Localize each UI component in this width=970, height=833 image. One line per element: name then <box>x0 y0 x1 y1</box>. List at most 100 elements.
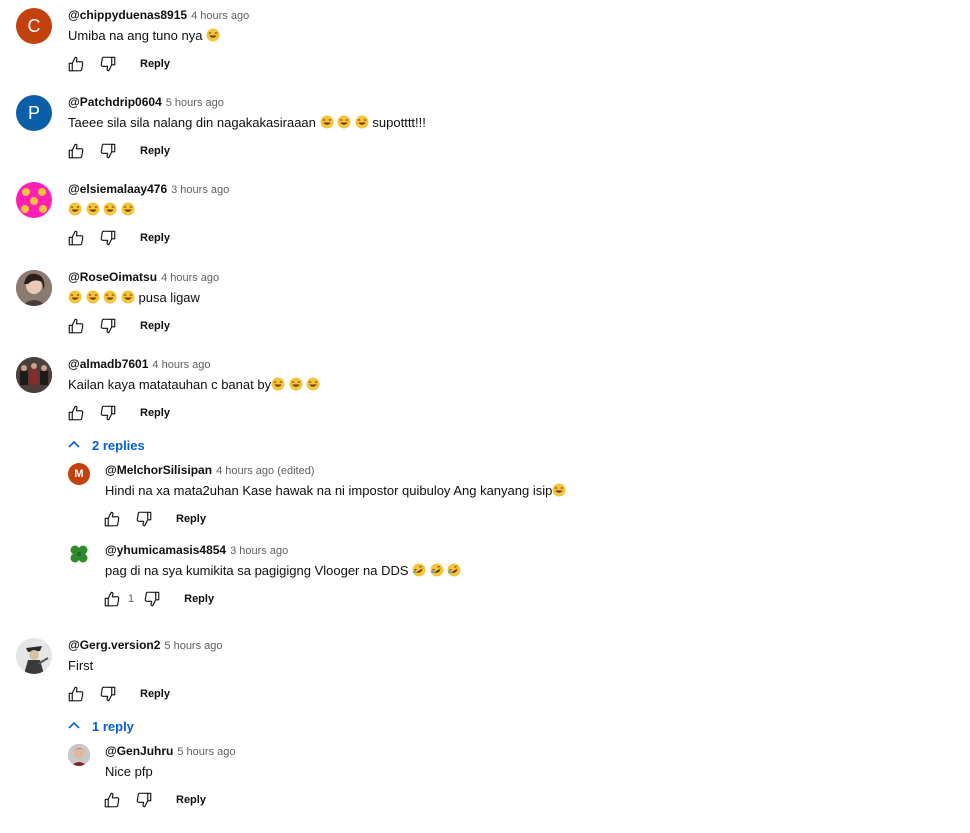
like-button[interactable] <box>102 589 122 609</box>
group-photo-icon <box>16 357 52 393</box>
avatar[interactable] <box>16 270 52 306</box>
laughing-emoji-icon <box>121 290 135 308</box>
dislike-button[interactable] <box>98 684 118 704</box>
laughing-emoji-icon <box>306 377 320 395</box>
avatar[interactable] <box>16 182 52 218</box>
author-name[interactable]: @almadb7601 <box>68 357 148 371</box>
rofl-emoji-icon <box>447 563 461 581</box>
replies-toggle-button[interactable]: 1 reply <box>66 718 134 734</box>
author-name[interactable]: @Gerg.version2 <box>68 638 160 652</box>
comment-header: @RoseOimatsu 4 hours ago <box>68 270 219 285</box>
laughing-emoji-icon <box>86 202 100 220</box>
comment-toolbar: Reply <box>66 54 170 74</box>
dislike-button[interactable] <box>98 403 118 423</box>
comment-toolbar: Reply <box>66 684 170 704</box>
rofl-emoji-icon <box>412 563 426 581</box>
dislike-button[interactable] <box>98 228 118 248</box>
thumbs-down-icon <box>136 511 152 527</box>
comment-text-suffix: pusa ligaw <box>138 290 200 305</box>
thumbs-up-icon <box>104 511 120 527</box>
timestamp[interactable]: 4 hours ago <box>161 272 219 284</box>
reply-button[interactable]: Reply <box>140 688 170 700</box>
reply-button[interactable]: Reply <box>184 593 214 605</box>
avatar[interactable] <box>16 638 52 674</box>
comment-text-body: Umiba na ang tuno nya <box>68 28 203 43</box>
laughing-emoji-icon <box>103 202 117 220</box>
like-count: 1 <box>128 593 135 605</box>
like-button[interactable] <box>66 54 86 74</box>
timestamp[interactable]: 3 hours ago <box>171 184 229 196</box>
reply-button[interactable]: Reply <box>140 407 170 419</box>
comment-toolbar: Reply <box>66 141 170 161</box>
comment-text-body: Kailan kaya matatauhan c banat by <box>68 377 272 392</box>
author-name[interactable]: @Patchdrip0604 <box>68 95 162 109</box>
thumbs-down-icon <box>136 792 152 808</box>
comment-header: @Patchdrip0604 5 hours ago <box>68 95 224 110</box>
author-name[interactable]: @RoseOimatsu <box>68 270 157 284</box>
laughing-emoji-icon <box>86 290 100 308</box>
like-button[interactable] <box>66 316 86 336</box>
reply-button[interactable]: Reply <box>140 320 170 332</box>
timestamp[interactable]: 5 hours ago <box>177 746 235 758</box>
laughing-emoji-icon <box>68 202 82 220</box>
laughing-emoji-icon <box>68 290 82 308</box>
laughing-emoji-icon <box>103 290 117 308</box>
comment-header: @Gerg.version2 5 hours ago <box>68 638 223 653</box>
comment-text: Hindi na xa mata2uhan Kase hawak na ni i… <box>105 483 566 501</box>
dislike-button[interactable] <box>134 509 154 529</box>
replies-count-label: 2 replies <box>92 437 145 453</box>
avatar[interactable] <box>68 543 90 565</box>
author-name[interactable]: @GenJuhru <box>105 744 173 758</box>
comment-text: Umiba na ang tuno nya <box>68 28 220 46</box>
replies-toggle-button[interactable]: 2 replies <box>66 437 145 453</box>
like-button[interactable] <box>102 790 122 810</box>
like-button[interactable] <box>102 509 122 529</box>
author-name[interactable]: @chippyduenas8915 <box>68 8 187 22</box>
dislike-button[interactable] <box>98 316 118 336</box>
avatar[interactable]: P <box>16 95 52 131</box>
comment-text-body: First <box>68 658 94 673</box>
timestamp[interactable]: 5 hours ago <box>166 97 224 109</box>
timestamp[interactable]: 5 hours ago <box>164 640 222 652</box>
dislike-button[interactable] <box>142 589 162 609</box>
comment-toolbar: Reply <box>102 509 206 529</box>
comment-header: @almadb7601 4 hours ago <box>68 357 211 372</box>
reply-button[interactable]: Reply <box>176 513 206 525</box>
author-name[interactable]: @elsiemalaay476 <box>68 182 167 196</box>
reply-button[interactable]: Reply <box>140 232 170 244</box>
timestamp[interactable]: 4 hours ago <box>191 10 249 22</box>
thumbs-down-icon <box>100 143 116 159</box>
thumbs-down-icon <box>100 686 116 702</box>
like-button[interactable] <box>66 228 86 248</box>
avatar[interactable] <box>68 744 90 766</box>
thumbs-up-icon <box>104 591 120 607</box>
comment-text: Taeee sila sila nalang din nagakakasiraa… <box>68 115 426 133</box>
timestamp[interactable]: 4 hours ago (edited) <box>216 465 314 477</box>
thumbs-down-icon <box>100 230 116 246</box>
like-button[interactable] <box>66 141 86 161</box>
reply-button[interactable]: Reply <box>140 145 170 157</box>
timestamp[interactable]: 3 hours ago <box>230 545 288 557</box>
like-button[interactable] <box>66 684 86 704</box>
laughing-emoji-icon <box>355 115 369 133</box>
avatar[interactable]: M <box>68 463 90 485</box>
comment-text-body: Taeee sila sila nalang din nagakakasiraa… <box>68 115 316 130</box>
comment-header: @yhumicamasis4854 3 hours ago <box>105 543 288 558</box>
author-name[interactable]: @MelchorSilisipan <box>105 463 212 477</box>
reply-button[interactable]: Reply <box>176 794 206 806</box>
author-name[interactable]: @yhumicamasis4854 <box>105 543 226 557</box>
timestamp[interactable]: 4 hours ago <box>152 359 210 371</box>
comment-toolbar: 1 Reply <box>102 589 214 609</box>
comment-header: @MelchorSilisipan 4 hours ago (edited) <box>105 463 315 478</box>
laughing-emoji-icon <box>289 377 303 395</box>
comment-header: @GenJuhru 5 hours ago <box>105 744 235 759</box>
dislike-button[interactable] <box>134 790 154 810</box>
dislike-button[interactable] <box>98 141 118 161</box>
thumbs-up-icon <box>68 56 84 72</box>
avatar[interactable]: C <box>16 8 52 44</box>
like-button[interactable] <box>66 403 86 423</box>
reply-button[interactable]: Reply <box>140 58 170 70</box>
dislike-button[interactable] <box>98 54 118 74</box>
avatar[interactable] <box>16 357 52 393</box>
comment-toolbar: Reply <box>66 403 170 423</box>
